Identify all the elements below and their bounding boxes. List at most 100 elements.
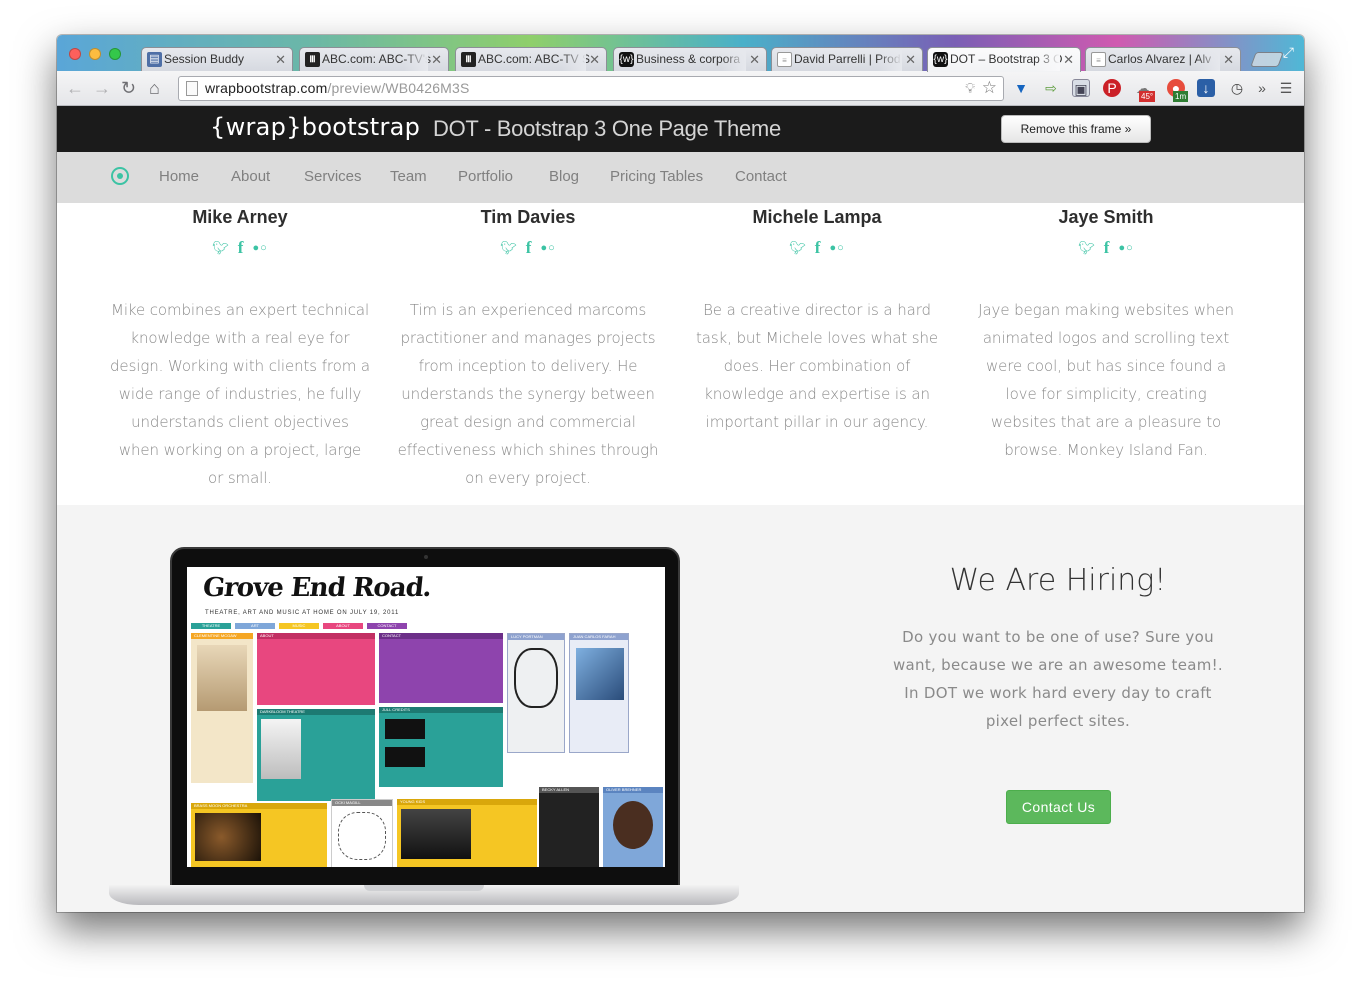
browser-toolbar: ← → ↻ ⌂ wrapbootstrap.com/preview/WB0426… xyxy=(57,71,1304,106)
abc-icon: Ⅲ xyxy=(305,52,320,67)
flickr-icon[interactable]: ●○ xyxy=(252,242,267,254)
window-extension-icon[interactable]: ▣ xyxy=(1072,79,1090,97)
screen-block: OLIVER BREHNER xyxy=(603,787,663,867)
pinterest-icon[interactable]: P xyxy=(1103,79,1121,97)
facebook-icon[interactable]: f xyxy=(815,238,821,258)
contact-us-button[interactable]: Contact Us xyxy=(1006,790,1111,824)
twitter-icon[interactable]: 🐦︎ xyxy=(789,240,806,256)
session-buddy-icon: ▤ xyxy=(147,52,162,67)
close-tab-icon[interactable]: ✕ xyxy=(431,48,442,71)
screen-block: BRASS MOON ORCHESTRA xyxy=(191,803,327,867)
zoom-window-button[interactable] xyxy=(109,48,121,60)
back-arrow-icon[interactable]: ← xyxy=(66,77,84,99)
screen-site-title: Grove End Road. xyxy=(201,573,433,603)
member-bio: Jaye began making websites when animated… xyxy=(978,301,1234,459)
forward-arrow-icon[interactable]: → xyxy=(93,77,111,99)
screen-site-subtitle: THEATRE, ART AND MUSIC AT HOME ON JULY 1… xyxy=(205,610,400,616)
flickr-icon[interactable]: ●○ xyxy=(540,242,555,254)
browser-tab[interactable]: {w} Business & corpora ✕ xyxy=(613,47,767,71)
nav-blog[interactable]: Blog xyxy=(549,168,579,185)
twitter-icon[interactable]: 🐦︎ xyxy=(500,240,517,256)
close-tab-icon[interactable]: ✕ xyxy=(1063,48,1074,71)
screen-block: DARKBLOOM THEATRE xyxy=(257,709,375,801)
document-icon: ≡ xyxy=(777,52,792,67)
minimize-window-button[interactable] xyxy=(89,48,101,60)
browser-window: ▤ Session Buddy ✕ Ⅲ ABC.com: ABC-TV's ✕ … xyxy=(57,35,1304,912)
screen-photo xyxy=(385,747,425,767)
member-bio: Be a creative director is a hard task, b… xyxy=(695,301,939,431)
team-member: Mike Arney 🐦︎ f ●○ Mike combines an expe… xyxy=(109,207,371,492)
url-text[interactable]: wrapbootstrap.com/preview/WB0426M3S xyxy=(205,80,470,96)
screen-illustration xyxy=(338,812,386,860)
facebook-icon[interactable]: f xyxy=(1104,238,1110,258)
weather-badge: 45° xyxy=(1139,91,1156,102)
screen-block: CLEMENTINE MCGAW xyxy=(191,633,253,783)
new-tab-button[interactable] xyxy=(1250,52,1284,67)
close-tab-icon[interactable]: ✕ xyxy=(589,48,600,71)
browser-tab[interactable]: ▤ Session Buddy ✕ xyxy=(141,47,293,71)
wrapbootstrap-logo[interactable]: {wrap}bootstrap xyxy=(210,113,420,141)
close-tab-icon[interactable]: ✕ xyxy=(905,48,916,71)
nav-pricing-tables[interactable]: Pricing Tables xyxy=(610,168,703,185)
remove-frame-button[interactable]: Remove this frame » xyxy=(1001,115,1151,143)
facebook-icon[interactable]: f xyxy=(238,238,244,258)
screen-tab: THEATRE xyxy=(191,623,231,629)
wrapbootstrap-icon: {w} xyxy=(933,52,948,67)
nav-home[interactable]: Home xyxy=(159,168,199,185)
screen-block: JULL CREDITS xyxy=(379,707,503,787)
diamond-extension-icon[interactable]: ▼ xyxy=(1012,79,1030,97)
reload-icon[interactable]: ↻ xyxy=(121,77,136,99)
menu-icon[interactable]: ☰ xyxy=(1277,79,1295,97)
close-tab-icon[interactable]: ✕ xyxy=(1223,48,1234,71)
overflow-chevron-icon[interactable]: » xyxy=(1253,79,1271,97)
flickr-icon[interactable]: ●○ xyxy=(829,242,844,254)
browser-tab[interactable]: ≡ Carlos Alvarez | Alv ✕ xyxy=(1085,47,1241,71)
screen-photo xyxy=(576,648,624,700)
nav-team[interactable]: Team xyxy=(390,168,427,185)
theme-title: DOT - Bootstrap 3 One Page Theme xyxy=(433,116,781,141)
member-bio: Mike combines an expert technical knowle… xyxy=(110,301,370,487)
screen-tab: ART xyxy=(235,623,275,629)
export-extension-icon[interactable]: ⇨ xyxy=(1042,79,1060,97)
browser-tab[interactable]: Ⅲ ABC.com: ABC-TV's ✕ xyxy=(299,47,449,71)
screen-tab: MUSIC xyxy=(279,623,319,629)
nav-about[interactable]: About xyxy=(231,168,270,185)
screen-photo xyxy=(613,801,653,849)
tab-bar: ▤ Session Buddy ✕ Ⅲ ABC.com: ABC-TV's ✕ … xyxy=(57,35,1304,72)
close-window-button[interactable] xyxy=(69,48,81,60)
browser-tab[interactable]: Ⅲ ABC.com: ABC-TV S ✕ xyxy=(455,47,607,71)
flickr-icon[interactable]: ●○ xyxy=(1118,242,1133,254)
screen-tab: CONTACT xyxy=(367,623,407,629)
browser-tab[interactable]: ≡ David Parrelli | Prod ✕ xyxy=(771,47,923,71)
bookmark-star-icon[interactable]: ☆ xyxy=(982,78,997,98)
member-name: Mike Arney xyxy=(192,207,288,227)
browser-tab-active[interactable]: {w} DOT – Bootstrap 3 O ✕ xyxy=(927,47,1081,72)
social-links: 🐦︎ f ●○ xyxy=(975,237,1237,259)
page-viewport: Home About Services Team Portfolio Blog … xyxy=(57,152,1304,912)
screen-block: CONTACT xyxy=(379,633,503,703)
nav-services[interactable]: Services xyxy=(304,168,362,185)
abc-icon: Ⅲ xyxy=(461,52,476,67)
address-bar[interactable]: wrapbootstrap.com/preview/WB0426M3S 💡︎ ☆ xyxy=(178,76,1004,101)
social-links: 🐦︎ f ●○ xyxy=(686,237,948,259)
nav-contact[interactable]: Contact xyxy=(735,168,787,185)
clock-icon[interactable]: ◷ xyxy=(1228,79,1246,97)
screen-photo xyxy=(197,645,247,711)
download-icon[interactable]: ↓ xyxy=(1197,79,1215,97)
facebook-icon[interactable]: f xyxy=(526,238,532,258)
hiring-text: Do you want to be one of use? Sure you w… xyxy=(892,628,1224,730)
close-tab-icon[interactable]: ✕ xyxy=(749,48,760,71)
home-icon[interactable]: ⌂ xyxy=(149,77,160,99)
dot-logo-icon[interactable] xyxy=(111,167,129,185)
screen-tab: ABOUT xyxy=(323,623,363,629)
close-tab-icon[interactable]: ✕ xyxy=(275,48,286,71)
laptop-base xyxy=(109,885,739,905)
fullscreen-icon[interactable]: ⤢ xyxy=(1283,44,1294,61)
lightbulb-icon[interactable]: 💡︎ xyxy=(965,80,975,97)
screen-photo xyxy=(261,719,301,779)
screen-block: YOUNG KIDS xyxy=(397,799,537,867)
twitter-icon[interactable]: 🐦︎ xyxy=(212,240,229,256)
twitter-icon[interactable]: 🐦︎ xyxy=(1078,240,1095,256)
nav-portfolio[interactable]: Portfolio xyxy=(458,168,513,185)
screen-photo xyxy=(401,809,471,859)
